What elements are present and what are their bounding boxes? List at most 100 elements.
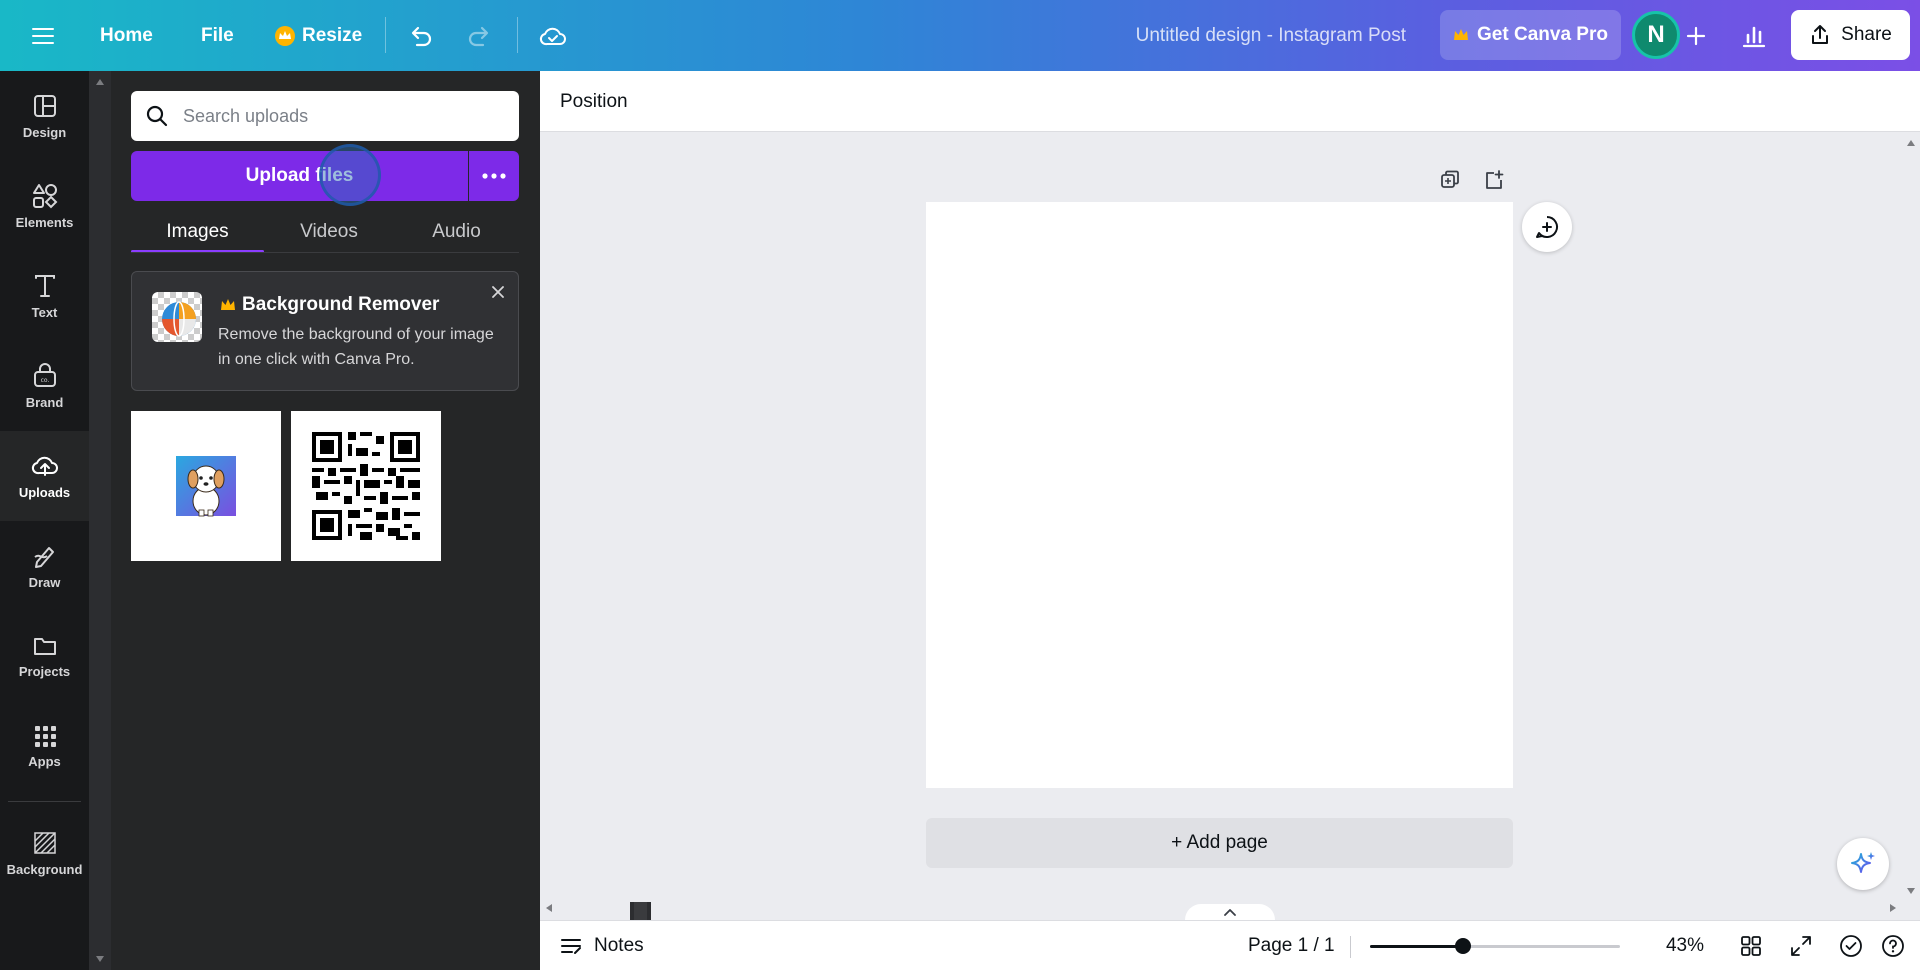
crown-icon <box>221 299 235 310</box>
scroll-up-arrow-icon <box>96 79 104 85</box>
check-status-button[interactable] <box>1838 933 1864 959</box>
design-title[interactable]: Untitled design - Instagram Post <box>1136 0 1406 71</box>
main-menu-button[interactable] <box>32 0 54 71</box>
uploaded-image-qr-code[interactable] <box>291 411 441 561</box>
hamburger-menu-icon <box>32 27 54 44</box>
nav-label: Text <box>31 304 58 320</box>
background-remover-promo: Background Remover Remove the background… <box>131 271 519 391</box>
sparkle-icon <box>1851 852 1875 873</box>
tab-images[interactable]: Images <box>131 211 264 253</box>
invite-button[interactable] <box>1684 0 1708 71</box>
promo-description: Remove the background of your image in o… <box>218 326 494 368</box>
zoom-level[interactable]: 43% <box>1650 921 1720 970</box>
scroll-down-arrow-icon <box>96 956 104 962</box>
zoom-slider-knob[interactable] <box>1455 938 1472 954</box>
undo-button[interactable] <box>408 0 434 71</box>
expand-icon <box>1791 936 1811 956</box>
undo-icon <box>411 26 432 46</box>
brand-icon: co. <box>33 362 56 387</box>
bottom-bar: Notes Page 1 / 1 43% <box>540 920 1920 970</box>
promo-title: Background Remover <box>220 294 439 316</box>
grid-view-button[interactable] <box>1738 933 1764 959</box>
redo-icon <box>468 26 489 46</box>
nav-item-design[interactable]: Design <box>0 71 89 161</box>
crown-icon <box>1454 29 1469 40</box>
help-button[interactable] <box>1880 933 1906 959</box>
bottom-divider <box>1350 936 1351 958</box>
zoom-slider[interactable] <box>1370 938 1620 954</box>
nav-item-elements[interactable]: Elements <box>0 161 89 251</box>
context-toolbar: Position <box>540 71 1920 132</box>
design-page[interactable] <box>926 202 1513 788</box>
nav-scrollbar[interactable] <box>89 71 111 970</box>
share-button[interactable]: Share <box>1791 10 1910 60</box>
upload-tabs: Images Videos Audio <box>131 211 519 253</box>
apps-grid-icon <box>34 725 56 747</box>
show-pages-toggle[interactable] <box>1185 904 1275 920</box>
nav-item-uploads[interactable]: Uploads <box>0 431 89 521</box>
tabs-divider <box>131 252 519 253</box>
upload-cloud-icon <box>31 456 58 476</box>
nav-label: Background <box>6 861 83 877</box>
fullscreen-button[interactable] <box>1788 933 1814 959</box>
nav-item-background[interactable]: Background <box>0 808 89 898</box>
elements-icon <box>32 183 57 208</box>
save-status-button[interactable] <box>539 0 567 71</box>
promo-title-text: Background Remover <box>242 294 440 315</box>
dog-illustration-image <box>176 456 236 517</box>
qr-code-image <box>312 432 420 540</box>
file-menu-button[interactable]: File <box>201 0 234 71</box>
add-page-icon-button[interactable] <box>1480 166 1508 194</box>
notes-icon <box>561 939 581 954</box>
scroll-left-arrow-icon <box>546 904 552 912</box>
upload-files-button[interactable]: Upload files <box>131 151 468 201</box>
search-icon <box>146 105 168 127</box>
canvas-vertical-scrollbar[interactable] <box>1902 132 1920 902</box>
scroll-down-arrow-icon <box>1907 888 1915 894</box>
text-icon <box>34 274 55 297</box>
resize-label: Resize <box>302 24 363 46</box>
crown-icon <box>275 25 295 46</box>
avatar[interactable]: N <box>1632 11 1680 59</box>
position-button[interactable]: Position <box>560 71 628 132</box>
uploaded-image-dog[interactable] <box>131 411 281 561</box>
upload-more-options-button[interactable] <box>469 151 519 201</box>
share-label: Share <box>1841 24 1892 45</box>
home-button[interactable]: Home <box>100 0 153 71</box>
close-icon <box>492 286 504 298</box>
add-page-icon <box>1486 170 1504 189</box>
tab-videos[interactable]: Videos <box>264 211 394 253</box>
magic-assistant-button[interactable] <box>1837 838 1889 890</box>
insights-button[interactable] <box>1741 0 1767 71</box>
grid-view-icon <box>1741 936 1761 956</box>
help-icon <box>1882 935 1904 957</box>
add-comment-button[interactable] <box>1522 202 1572 252</box>
get-canva-pro-label: Get Canva Pro <box>1477 24 1608 45</box>
nav-item-text[interactable]: Text <box>0 251 89 341</box>
top-bar: Home File Resize Untitled design - Insta… <box>0 0 1920 71</box>
page-indicator[interactable]: Page 1 / 1 <box>1248 921 1335 970</box>
topbar-divider <box>517 17 518 53</box>
nav-label: Design <box>22 124 67 140</box>
nav-item-projects[interactable]: Projects <box>0 611 89 701</box>
resize-button[interactable]: Resize <box>274 0 362 71</box>
search-box[interactable] <box>131 91 519 141</box>
draw-icon <box>33 546 54 568</box>
zoom-slider-fill <box>1370 945 1464 948</box>
search-input[interactable] <box>183 105 503 127</box>
bar-chart-icon <box>1742 26 1766 47</box>
nav-item-brand[interactable]: co. Brand <box>0 341 89 431</box>
duplicate-page-button[interactable] <box>1436 166 1464 194</box>
nav-label: Elements <box>15 214 74 230</box>
tab-audio[interactable]: Audio <box>394 211 519 253</box>
add-page-button[interactable]: + Add page <box>926 818 1513 868</box>
nav-item-apps[interactable]: Apps <box>0 701 89 791</box>
share-icon <box>1812 25 1829 44</box>
notes-button[interactable]: Notes <box>560 921 644 970</box>
comment-plus-icon <box>1536 216 1558 239</box>
promo-close-button[interactable] <box>488 282 508 302</box>
redo-button[interactable] <box>466 0 492 71</box>
nav-item-draw[interactable]: Draw <box>0 521 89 611</box>
svg-text:co.: co. <box>40 377 49 384</box>
get-canva-pro-button[interactable]: Get Canva Pro <box>1440 10 1621 60</box>
